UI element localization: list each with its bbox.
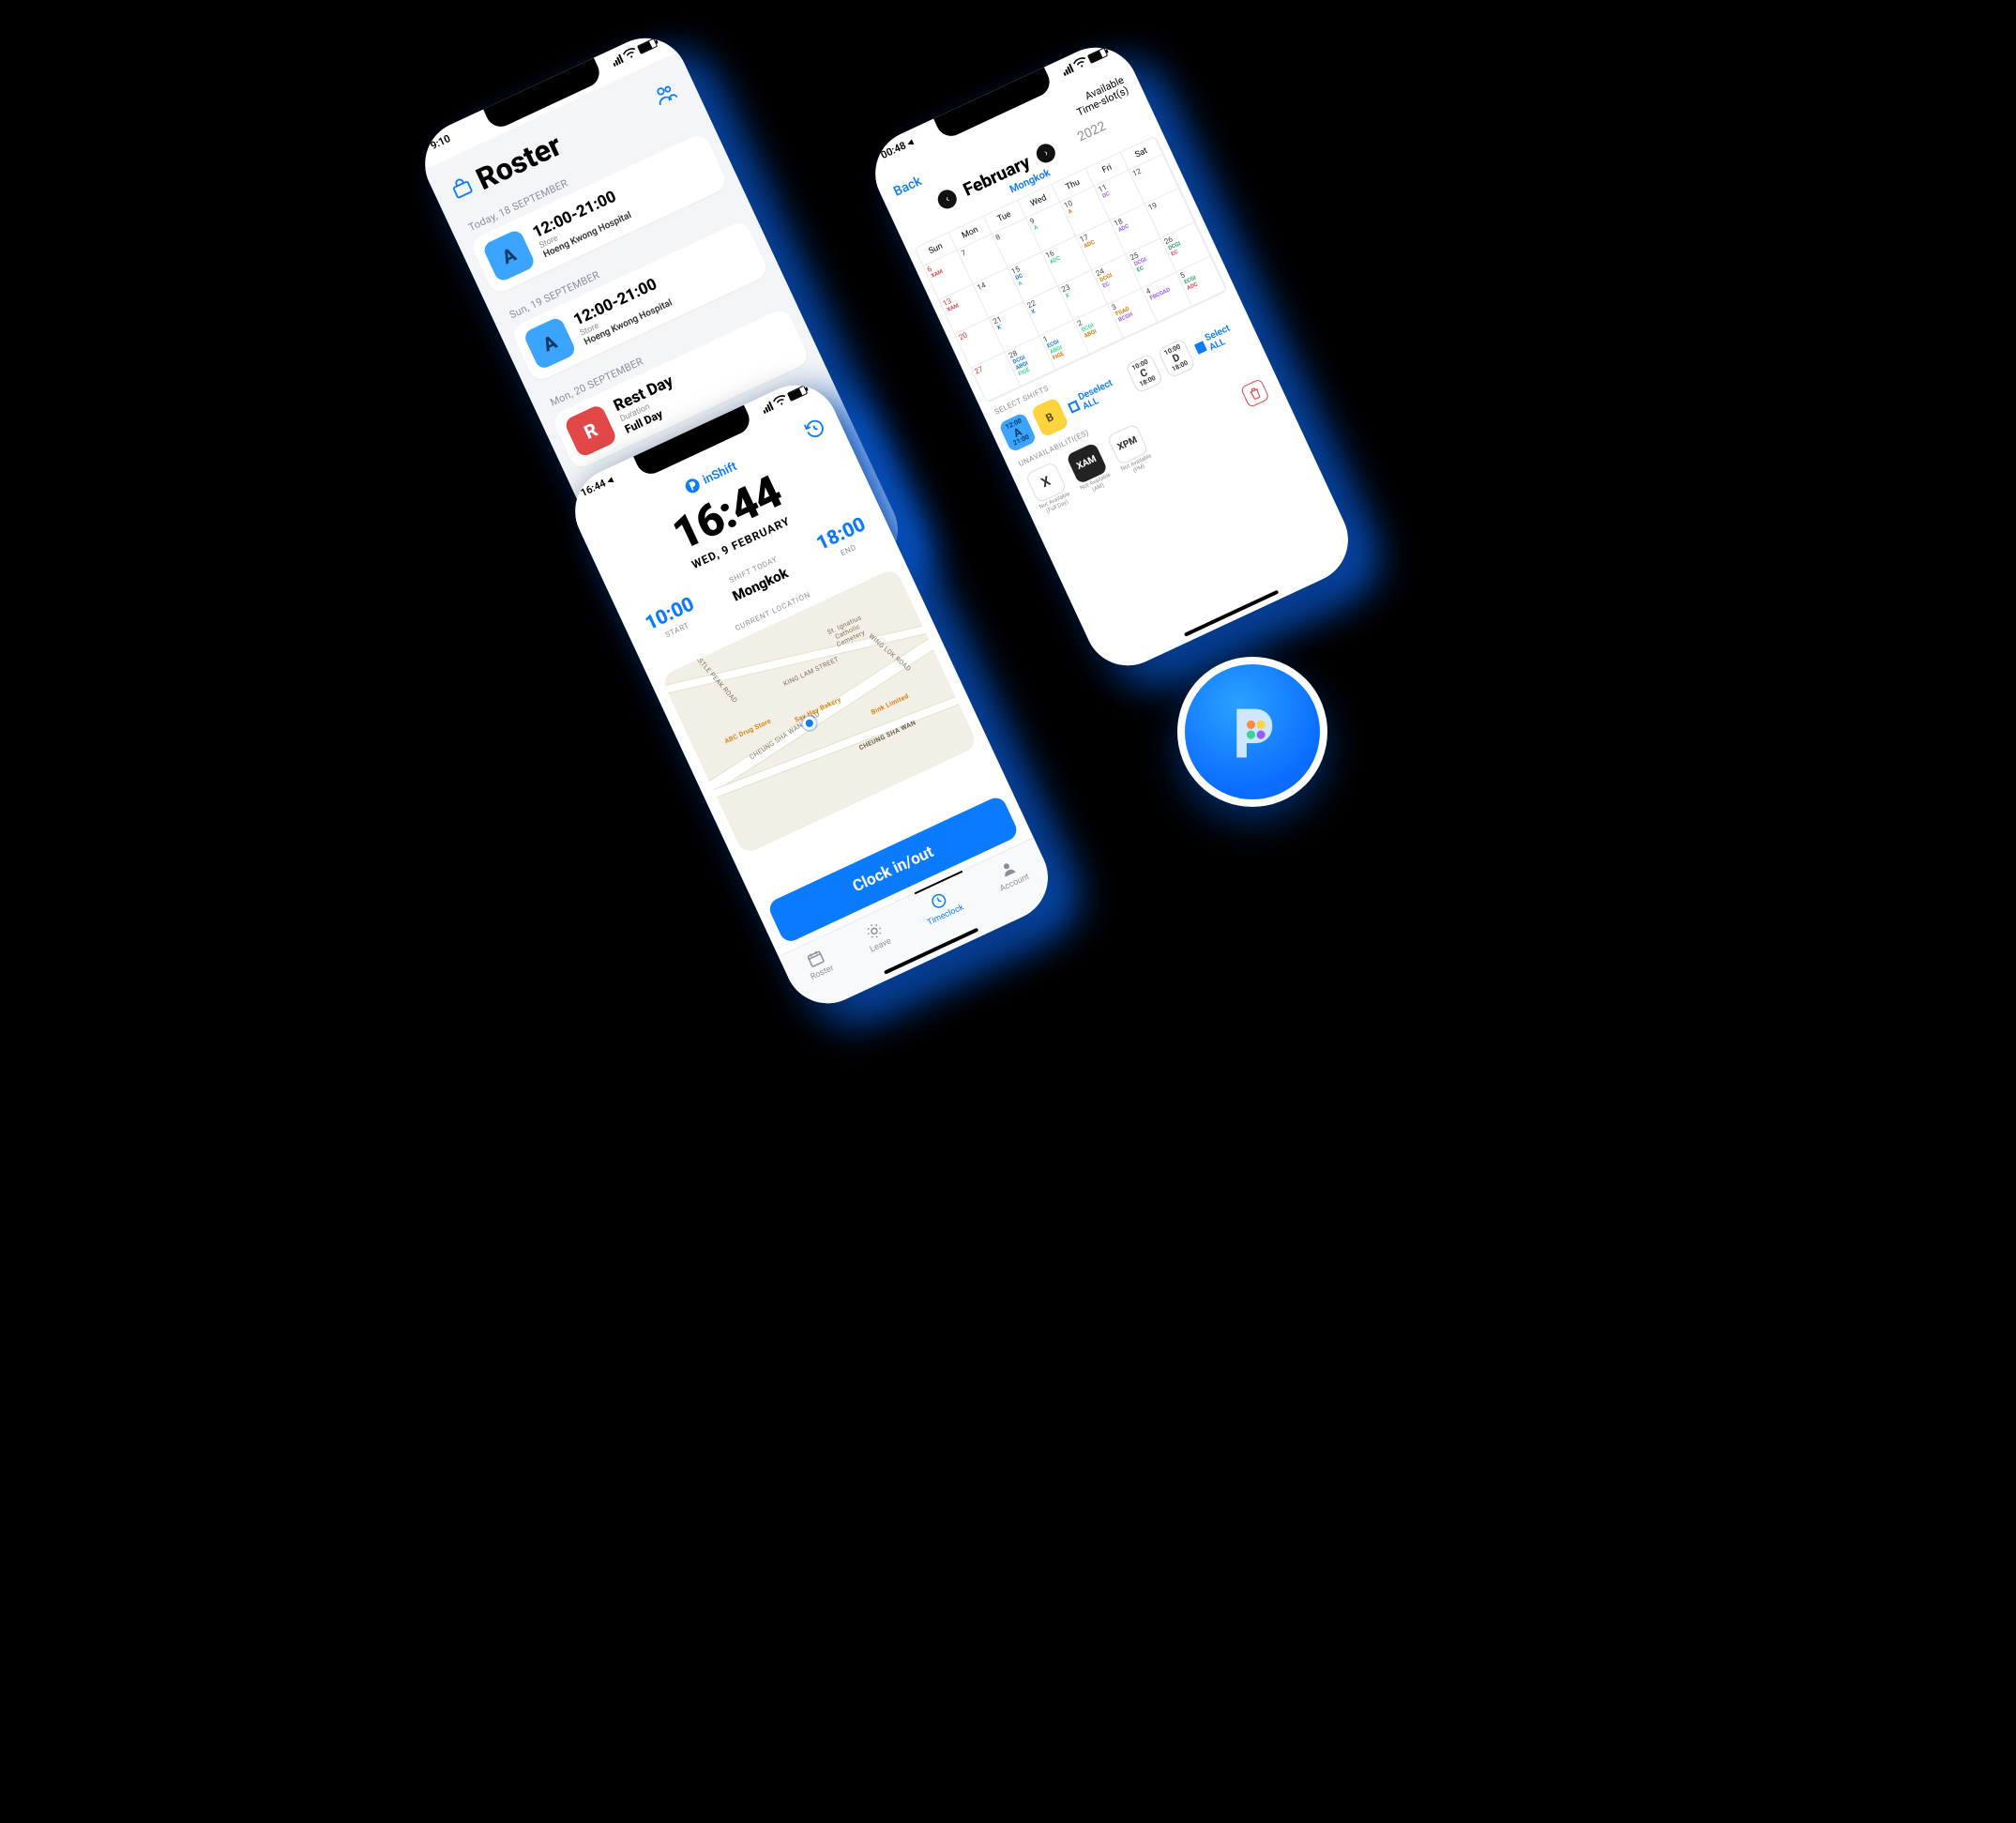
signal-icon bbox=[760, 401, 773, 414]
people-icon[interactable] bbox=[647, 76, 682, 111]
map-poi: ABC Drug Store bbox=[723, 717, 772, 745]
shift-chip: A bbox=[522, 316, 576, 371]
shift-chip: R bbox=[563, 403, 617, 458]
back-button[interactable]: Back bbox=[891, 174, 924, 200]
status-time: 00:48 bbox=[878, 139, 907, 161]
status-time: 9:10 bbox=[428, 132, 451, 152]
battery-icon bbox=[636, 38, 657, 54]
status-icons bbox=[609, 37, 658, 68]
phone-availability: 00:48 ◂ Back Available Time-slot(s) ‹ Fe… bbox=[861, 34, 1362, 680]
app-icon bbox=[1177, 657, 1327, 807]
tab-roster[interactable]: Roster bbox=[800, 945, 835, 982]
wifi-icon bbox=[772, 393, 788, 408]
wifi-icon bbox=[622, 46, 638, 61]
status-icons bbox=[1059, 46, 1108, 77]
battery-icon bbox=[786, 385, 807, 402]
next-month-button[interactable]: › bbox=[1033, 141, 1058, 166]
signal-icon bbox=[610, 53, 623, 67]
phone-timeclock: 16:44 ◂ inShift 16:44 WED, 9 FEBRUARY bbox=[561, 372, 1062, 1018]
bag-icon bbox=[448, 175, 476, 202]
tab-account[interactable]: Account bbox=[990, 854, 1031, 894]
wifi-icon bbox=[1072, 55, 1088, 70]
battery-icon bbox=[1086, 47, 1107, 64]
prev-month-button[interactable]: ‹ bbox=[934, 187, 960, 212]
map-poi: Bink Limited bbox=[870, 692, 910, 717]
shift-chip: A bbox=[481, 228, 536, 282]
delete-button[interactable] bbox=[1239, 378, 1269, 408]
tab-leave[interactable]: Leave bbox=[859, 918, 892, 954]
tab-timeclock[interactable]: Timeclock bbox=[917, 884, 964, 928]
signal-icon bbox=[1060, 63, 1073, 76]
logo-icon bbox=[681, 475, 704, 497]
